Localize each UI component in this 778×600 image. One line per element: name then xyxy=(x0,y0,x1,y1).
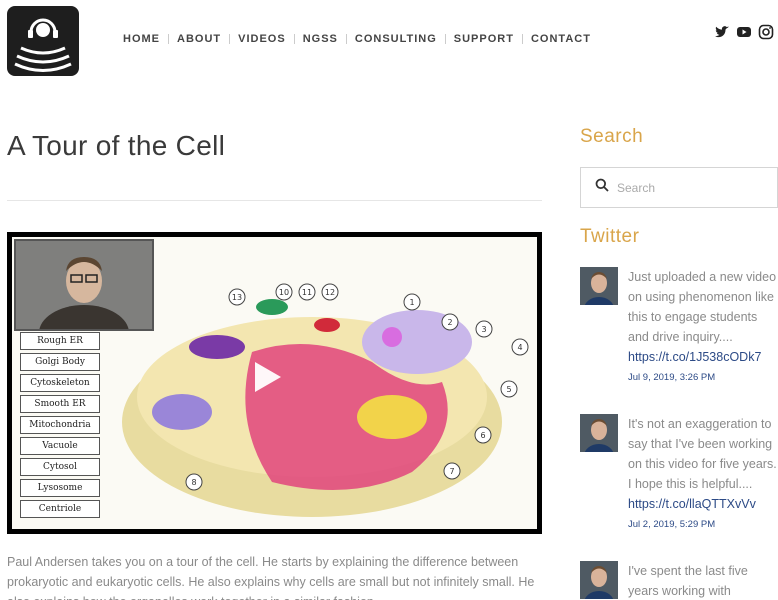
tweet-link[interactable]: https://t.co/1J538cODk7 xyxy=(628,347,778,367)
search-heading: Search xyxy=(580,126,644,147)
label-3: 3 xyxy=(481,325,486,334)
organelle-list: Rough ER Golgi Body Cytoskeleton Smooth … xyxy=(20,332,100,521)
tweet-timestamp[interactable]: Jul 9, 2019, 3:26 PM xyxy=(628,371,778,385)
avatar[interactable] xyxy=(580,561,618,599)
instagram-icon[interactable] xyxy=(758,24,774,40)
video-thumbnail: 1 2 3 4 5 6 7 8 10 11 12 13 Rough ER Gol… xyxy=(12,237,537,529)
title-divider xyxy=(7,200,542,201)
nav-about[interactable]: ABOUT xyxy=(177,33,221,45)
avatar[interactable] xyxy=(580,414,618,452)
search-input[interactable] xyxy=(617,180,767,195)
tweet-text: I've spent the last five years working w… xyxy=(628,564,748,598)
organelle-item: Smooth ER xyxy=(20,395,100,413)
nav-ngss[interactable]: NGSS xyxy=(303,33,338,45)
nav-separator xyxy=(229,34,231,44)
twitter-heading: Twitter xyxy=(580,226,640,247)
label-12: 12 xyxy=(325,288,335,297)
label-4: 4 xyxy=(517,343,522,352)
label-6: 6 xyxy=(480,431,485,440)
organelle-item: Rough ER xyxy=(20,332,100,350)
label-5: 5 xyxy=(506,385,511,394)
label-2: 2 xyxy=(447,318,452,327)
page-title: A Tour of the Cell xyxy=(7,130,226,161)
tweet-text: It's not an exaggeration to say that I'v… xyxy=(628,417,777,491)
organelle-item: Golgi Body xyxy=(20,353,100,371)
video-description: Paul Andersen takes you on a tour of the… xyxy=(7,555,535,600)
organelle-item: Cytosol xyxy=(20,458,100,476)
twitter-icon[interactable] xyxy=(714,24,730,40)
presenter-image xyxy=(14,239,154,361)
nav-support[interactable]: SUPPORT xyxy=(454,33,514,45)
site-logo[interactable] xyxy=(7,6,79,76)
tweet-link[interactable]: https://t.co/llaQTTXvVv xyxy=(628,494,778,514)
nav-contact[interactable]: CONTACT xyxy=(531,33,591,45)
nav-separator xyxy=(444,34,446,44)
label-13: 13 xyxy=(232,293,242,302)
avatar[interactable] xyxy=(580,267,618,305)
organelle-item: Vacuole xyxy=(20,437,100,455)
label-7: 7 xyxy=(449,467,454,476)
organelle-item: Mitochondria xyxy=(20,416,100,434)
label-8: 8 xyxy=(191,478,196,487)
main-nav: HOME ABOUT VIDEOS NGSS CONSULTING SUPPOR… xyxy=(115,33,591,45)
video-player[interactable]: 1 2 3 4 5 6 7 8 10 11 12 13 Rough ER Gol… xyxy=(7,232,542,534)
nav-separator xyxy=(293,34,295,44)
tweet-body: Just uploaded a new video on using pheno… xyxy=(628,267,778,385)
tweet-body: I've spent the last five years working w… xyxy=(628,561,778,600)
nav-separator xyxy=(521,34,523,44)
youtube-icon[interactable] xyxy=(736,24,752,40)
nav-separator xyxy=(168,34,169,44)
nav-separator xyxy=(345,34,347,44)
search-icon xyxy=(595,178,609,197)
headphones-logo-icon xyxy=(14,18,72,72)
label-1: 1 xyxy=(409,298,414,307)
social-links xyxy=(714,24,774,40)
organelle-item: Centriole xyxy=(20,500,100,518)
tweet-timestamp[interactable]: Jul 2, 2019, 5:29 PM xyxy=(628,518,778,532)
tweet-text: Just uploaded a new video on using pheno… xyxy=(628,270,777,344)
play-icon[interactable] xyxy=(255,362,281,392)
nav-home[interactable]: HOME xyxy=(123,33,160,45)
label-10: 10 xyxy=(279,288,289,297)
organelle-item: Cytoskeleton xyxy=(20,374,100,392)
search-box xyxy=(580,167,778,208)
label-11: 11 xyxy=(302,288,312,297)
nav-videos[interactable]: VIDEOS xyxy=(238,33,286,45)
nav-consulting[interactable]: CONSULTING xyxy=(355,33,437,45)
tweet-body: It's not an exaggeration to say that I'v… xyxy=(628,414,778,532)
organelle-item: Lysosome xyxy=(20,479,100,497)
